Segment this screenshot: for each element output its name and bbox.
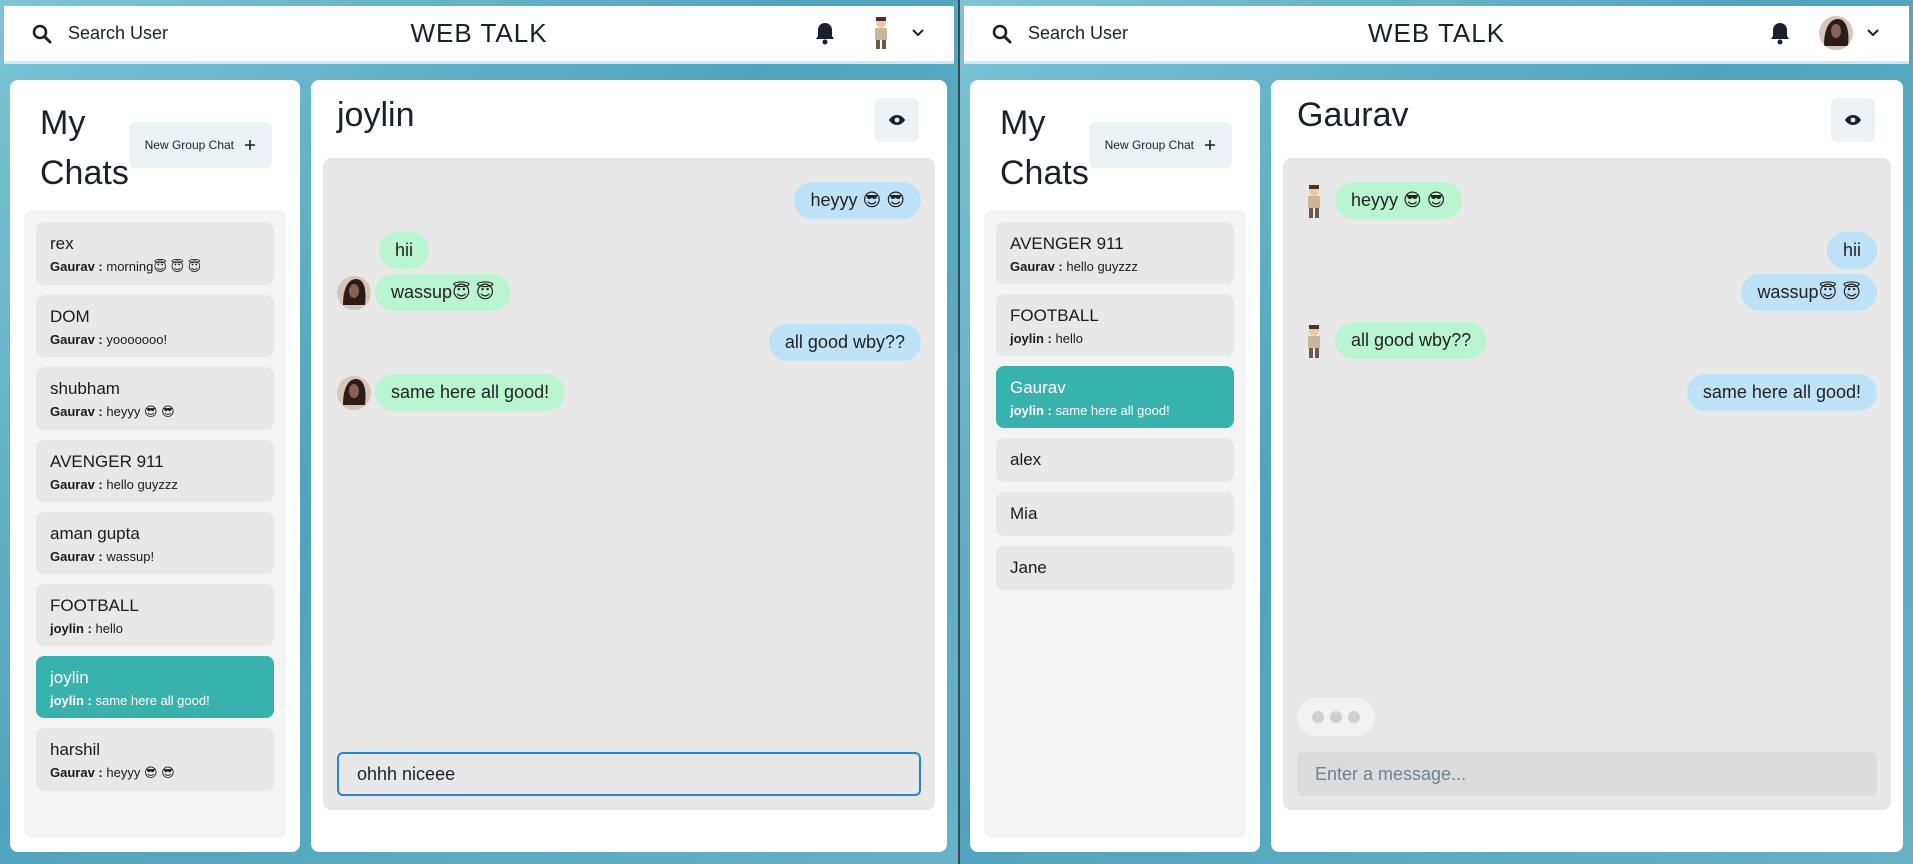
left-window: Search User WEB TALK My Chats New Group … (0, 0, 958, 864)
bell-icon[interactable] (1769, 21, 1791, 45)
my-chats-panel: My Chats New Group Chat rex Gaurav : morn… (10, 80, 300, 852)
message-bubble-sent: heyyy 😎 😎 (794, 182, 921, 219)
typing-indicator (1297, 698, 1375, 736)
view-profile-button[interactable] (1831, 98, 1875, 142)
message-bubble-received: wassup😇 😇 (375, 274, 511, 311)
bell-icon[interactable] (814, 21, 836, 45)
chat-list-item[interactable]: alex (996, 438, 1234, 482)
messages-area: heyyy 😎 😎 hii wassup😇 😇 all good wby?? s… (1283, 158, 1891, 810)
eye-icon (889, 115, 905, 125)
search-icon (992, 24, 1012, 43)
woman-photo-avatar (337, 275, 371, 311)
chat-list-item[interactable]: harshil Gaurav : heyyy 😎 😎 (36, 728, 274, 791)
message-input[interactable]: Enter a message... (1297, 752, 1877, 796)
brand-title: WEB TALK (1367, 18, 1506, 48)
chat-window: Gaurav heyyy 😎 😎 hii wassup😇 😇 all good … (1271, 80, 1903, 852)
chat-window: joylin heyyy 😎 😎 hii wassup😇 😇 all good … (311, 80, 947, 852)
chat-list-item[interactable]: DOM Gaurav : yooooooo! (36, 295, 274, 357)
message-bubble-received: hii (379, 232, 430, 269)
view-profile-button[interactable] (875, 98, 919, 142)
man-cartoon-avatar (1297, 323, 1331, 359)
chat-list[interactable]: AVENGER 911 Gaurav : hello guyzzz FOOTBAL… (984, 210, 1246, 838)
chat-list-item[interactable]: AVENGER 911 Gaurav : hello guyzzz (36, 440, 274, 502)
new-group-chat-button[interactable]: New Group Chat (1088, 122, 1232, 168)
message-bubble-sent: hii (1826, 232, 1877, 269)
chat-list-item[interactable]: rex Gaurav : morning😇 😇 😇 (36, 222, 274, 285)
new-group-chat-button[interactable]: New Group Chat (128, 122, 272, 168)
chat-list[interactable]: rex Gaurav : morning😇 😇 😇 DOM Gaurav : yoo… (24, 210, 286, 838)
chat-list-item[interactable]: Jane (996, 546, 1234, 590)
messages-area: heyyy 😎 😎 hii wassup😇 😇 all good wby?? s… (323, 158, 935, 810)
chat-list-item-active[interactable]: Gaurav joylin : same here all good! (996, 366, 1234, 428)
woman-photo-avatar (337, 375, 371, 411)
my-chats-title: My Chats (1000, 104, 1089, 192)
my-chats-title: My Chats (40, 104, 129, 192)
message-bubble-received: all good wby?? (1335, 322, 1488, 359)
chat-title: joylin (337, 96, 415, 134)
message-input[interactable]: ohhh niceee (337, 752, 921, 796)
chevron-down-icon (1867, 29, 1879, 37)
chevron-down-icon (912, 29, 924, 37)
chat-title: Gaurav (1297, 96, 1409, 134)
profile-menu-button[interactable] (1819, 16, 1879, 50)
chat-list-item[interactable]: Mia (996, 492, 1234, 536)
chat-list-item[interactable]: FOOTBALL joylin : hello (36, 584, 274, 646)
profile-menu-button[interactable] (864, 16, 924, 50)
eye-icon (1845, 115, 1861, 125)
search-label: Search User (1028, 23, 1129, 43)
message-bubble-sent: same here all good! (1686, 374, 1877, 411)
message-bubble-sent: wassup😇 😇 (1741, 274, 1877, 311)
top-header: Search User WEB TALK (4, 6, 954, 64)
chat-list-item[interactable]: aman gupta Gaurav : wassup! (36, 512, 274, 574)
search-icon (32, 24, 52, 43)
message-bubble-received: heyyy 😎 😎 (1335, 182, 1462, 219)
right-window: Search User WEB TALK My Chats New Group … (960, 0, 1913, 864)
woman-photo-avatar (1819, 16, 1853, 50)
message-bubble-received: same here all good! (375, 374, 566, 411)
message-bubble-sent: all good wby?? (768, 324, 921, 361)
chat-list-item[interactable]: FOOTBALL joylin : hello (996, 294, 1234, 356)
plus-icon (245, 140, 255, 150)
search-user-button[interactable]: Search User (992, 23, 1128, 44)
top-header: Search User WEB TALK (964, 6, 1909, 64)
chat-list-item-active[interactable]: joylin joylin : same here all good! (36, 656, 274, 718)
my-chats-panel: My Chats New Group Chat AVENGER 911 Gaura… (970, 80, 1260, 852)
man-cartoon-avatar (864, 16, 898, 50)
brand-title: WEB TALK (410, 18, 548, 48)
search-label: Search User (68, 23, 169, 43)
chat-list-item[interactable]: AVENGER 911 Gaurav : hello guyzzz (996, 222, 1234, 284)
search-user-button[interactable]: Search User (32, 23, 168, 44)
man-cartoon-avatar (1297, 183, 1331, 219)
plus-icon (1205, 140, 1215, 150)
chat-list-item[interactable]: shubham Gaurav : heyyy 😎 😎 (36, 367, 274, 430)
